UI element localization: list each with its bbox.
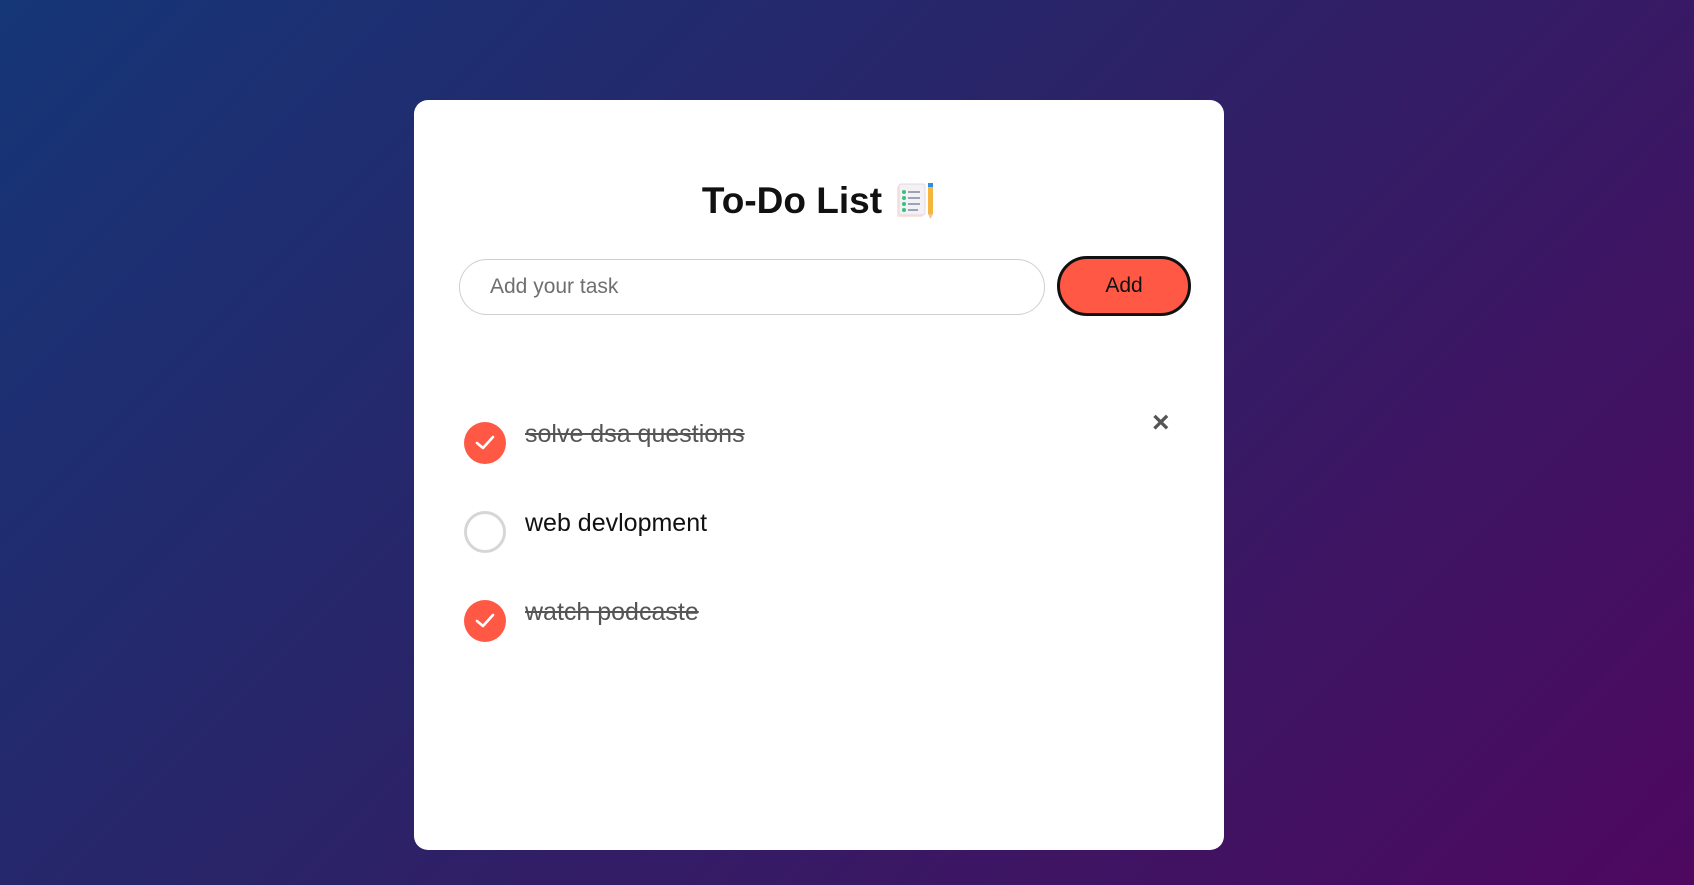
title-row: To-Do List xyxy=(414,180,1224,222)
task-input[interactable] xyxy=(459,259,1045,315)
task-item[interactable]: solve dsa questions × xyxy=(464,408,1184,497)
checked-circle-icon[interactable] xyxy=(464,600,506,642)
todo-card: To-Do List Add your task Add solve dsa q… xyxy=(414,100,1224,850)
task-item[interactable]: watch podcaste xyxy=(464,586,1184,675)
task-text[interactable]: solve dsa questions xyxy=(525,420,745,449)
add-button[interactable]: Add xyxy=(1057,256,1191,316)
notepad-with-pencil-icon xyxy=(894,182,936,220)
task-item[interactable]: web devlopment xyxy=(464,497,1184,586)
close-icon[interactable]: × xyxy=(1152,408,1170,438)
unchecked-circle-icon[interactable] xyxy=(464,511,506,553)
add-task-row: Add xyxy=(459,256,1191,316)
task-text[interactable]: watch podcaste xyxy=(525,598,699,627)
task-list: solve dsa questions × web devlopment wat… xyxy=(464,408,1184,675)
checked-circle-icon[interactable] xyxy=(464,422,506,464)
page-title: To-Do List xyxy=(701,180,883,221)
task-text[interactable]: web devlopment xyxy=(525,509,707,538)
